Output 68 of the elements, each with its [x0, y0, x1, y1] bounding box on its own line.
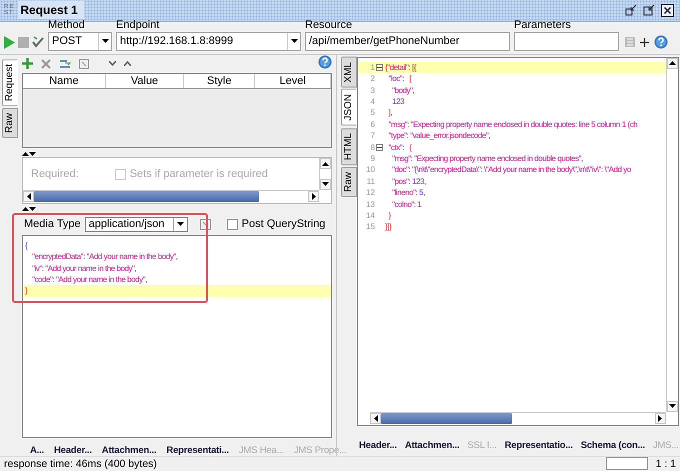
- code-line: "body",: [391, 84, 414, 96]
- side-tab[interactable]: Request: [2, 58, 18, 106]
- line-number: 1: [370, 62, 375, 74]
- status-text: response time: 46ms (400 bytes): [4, 458, 157, 470]
- checkbox-label: Sets if parameter is required: [130, 168, 268, 180]
- line-number: 9: [370, 152, 375, 164]
- line-number: 15: [365, 221, 375, 233]
- code-line: "type": "value_error.jsondecode",: [388, 130, 490, 142]
- side-tab[interactable]: JSON: [341, 89, 357, 126]
- line-number: 2: [370, 73, 375, 85]
- column-header[interactable]: Level: [254, 74, 330, 88]
- column-header[interactable]: Style: [184, 74, 255, 88]
- code-line: ],: [388, 107, 392, 119]
- bottom-tab[interactable]: Representati...: [166, 444, 229, 456]
- line-number: 6: [370, 118, 375, 130]
- code-line: "colno": 1: [391, 198, 422, 210]
- resource-label: Resource: [305, 18, 354, 31]
- body-editor[interactable]: { "encryptedData": "Add your name in the body", "iv": "Add your name in the body", "code": "Add your name in the body", }: [22, 234, 332, 438]
- line-number: 10: [365, 164, 375, 176]
- line-number: 7: [370, 130, 375, 142]
- code-line: 123: [391, 96, 404, 108]
- code-line: "code": "Add your name in the body",: [31, 274, 148, 286]
- line-number: 14: [365, 210, 375, 222]
- bottom-tab[interactable]: Schema (con...: [580, 440, 645, 451]
- line-number: 4: [370, 96, 375, 108]
- bottom-tab[interactable]: Representatio...: [504, 440, 573, 451]
- code-line: "msg": "Expecting property name enclosed in double quotes",: [391, 152, 583, 164]
- column-header[interactable]: Value: [105, 74, 184, 88]
- code-line: {: [24, 240, 28, 252]
- media-type-select[interactable]: application/json: [84, 216, 188, 232]
- bottom-tab[interactable]: Header...: [54, 444, 92, 456]
- line-number: 12: [365, 187, 375, 198]
- code-line: }]}: [384, 221, 392, 233]
- code-line: "loc": [: [388, 73, 412, 85]
- resource-field[interactable]: /api/member/getPhoneNumber: [305, 32, 510, 51]
- side-tab[interactable]: Raw: [341, 167, 357, 198]
- bottom-tab[interactable]: Attachmen...: [404, 440, 460, 451]
- code-line: }: [388, 210, 391, 222]
- code-line: "pos": 123,: [391, 176, 426, 188]
- code-line: "encryptedData": "Add your name in the body",: [31, 251, 179, 263]
- line-number: 5: [370, 107, 375, 119]
- line-number: 13: [365, 198, 375, 210]
- column-header[interactable]: Name: [23, 74, 106, 88]
- code-line: "doc": "{\n\t\"encryptedData\": \"Add your name in the body\",\n\t\"iv\": \"Add yo: [391, 164, 631, 176]
- side-tab[interactable]: HTML: [341, 128, 357, 166]
- window-title: Request 1: [18, 1, 84, 20]
- line-number: 3: [370, 84, 375, 96]
- side-tab[interactable]: Raw: [2, 108, 18, 138]
- checkbox-label: Post QueryString: [242, 218, 326, 230]
- media-type-label: Media Type: [24, 218, 81, 230]
- line-number: 11: [366, 176, 375, 188]
- endpoint-field[interactable]: http://192.168.1.8:8999: [116, 32, 301, 51]
- endpoint-label: Endpoint: [116, 18, 160, 31]
- code-line: "msg": "Expecting property name enclosed in double quotes: line 5 column 1 (ch: [388, 118, 638, 130]
- bottom-tab[interactable]: Header...: [359, 440, 397, 451]
- code-line: "lineno": 5,: [391, 187, 425, 198]
- method-label: Method: [48, 18, 86, 31]
- line-number: 8: [370, 142, 375, 153]
- method-select[interactable]: POST: [48, 32, 112, 51]
- code-line: {"detail": [{: [384, 62, 416, 74]
- required-label: Required:: [31, 168, 79, 180]
- side-tab[interactable]: XML: [341, 56, 357, 88]
- code-line: "iv": "Add your name in the body",: [31, 262, 138, 274]
- parameters-label: Parameters: [514, 18, 572, 31]
- cursor-position: 1 : 1: [656, 458, 676, 470]
- bottom-tab[interactable]: A...: [30, 444, 44, 456]
- bottom-tab[interactable]: Attachmen...: [102, 444, 156, 456]
- code-line: "ctx": {: [388, 142, 412, 153]
